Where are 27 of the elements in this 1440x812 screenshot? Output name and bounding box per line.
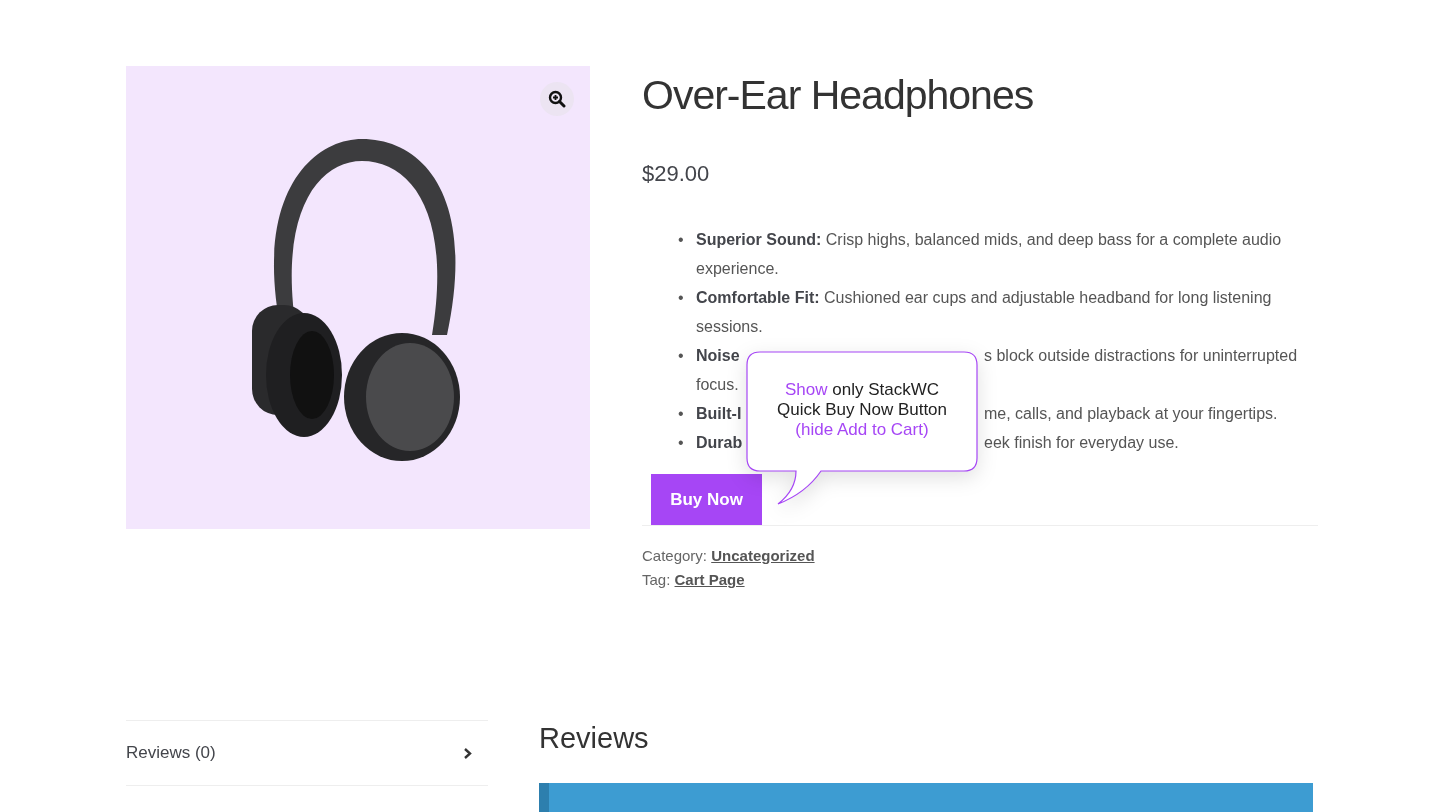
feature-text: focus.	[696, 375, 739, 395]
bullet-marker: •	[678, 433, 685, 453]
buy-now-button[interactable]: Buy Now	[651, 474, 762, 525]
feature-item: Comfortable Fit: Cushioned ear cups and adjustable headband for long listening sessions.	[696, 288, 1273, 337]
meta-link[interactable]: Cart Page	[674, 571, 745, 588]
product-meta: Category: Uncategorized	[642, 546, 816, 566]
feature-label: Built-I	[696, 405, 742, 422]
feature-text: s block outside distractions for uninterrupted	[984, 346, 1298, 366]
bullet-marker: •	[678, 346, 685, 366]
feature-text: me, calls, and playback at your fingertips.	[984, 404, 1278, 424]
bullet-marker: •	[678, 288, 685, 308]
reviews-heading: Reviews	[539, 722, 650, 755]
tooltip-text: Show only StackWC Quick Buy Now Button (hide Add to Cart)	[776, 380, 948, 440]
bullet-marker: •	[678, 404, 685, 424]
feature-item: Superior Sound: Crisp highs, balanced mids, and deep bass for a complete audio experience.	[696, 230, 1283, 279]
feature-label: Durab	[696, 434, 743, 451]
meta-link[interactable]: Uncategorized	[711, 547, 815, 564]
feature-text: eek finish for everyday use.	[984, 433, 1179, 453]
product-meta: Tag: Cart Page	[642, 570, 746, 590]
product-title: Over-Ear Headphones	[642, 72, 1035, 119]
bullet-marker: •	[678, 230, 685, 250]
feature-label: Noise	[696, 347, 740, 364]
zoom-button[interactable]	[540, 82, 574, 116]
reviews-tab[interactable]: Reviews (0)	[126, 721, 488, 786]
product-price: $29.00	[642, 161, 711, 187]
search-icon	[548, 90, 566, 108]
chevron-right-icon	[463, 746, 472, 760]
